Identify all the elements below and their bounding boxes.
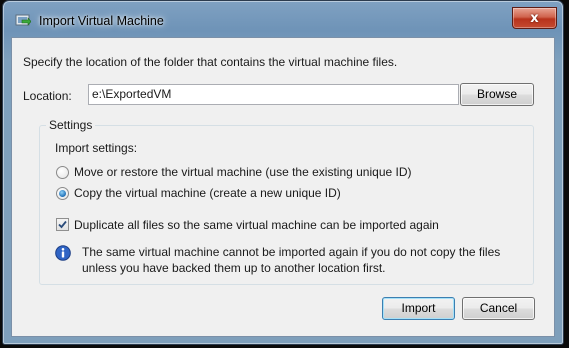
close-button[interactable]: x xyxy=(512,7,557,29)
import-settings-label: Import settings: xyxy=(55,141,138,155)
import-vm-icon xyxy=(15,14,32,28)
import-button[interactable]: Import xyxy=(382,297,455,320)
location-input[interactable]: e:\ExportedVM xyxy=(88,84,459,105)
info-message: The same virtual machine cannot be impor… xyxy=(82,245,501,275)
location-label: Location: xyxy=(23,89,72,103)
duplicate-files-checkbox[interactable] xyxy=(56,218,69,231)
move-restore-label[interactable]: Move or restore the virtual machine (use… xyxy=(74,165,412,179)
cancel-button[interactable]: Cancel xyxy=(462,297,535,320)
info-icon xyxy=(55,245,71,261)
copy-vm-label[interactable]: Copy the virtual machine (create a new u… xyxy=(74,186,341,200)
settings-legend: Settings xyxy=(46,118,96,132)
instructions-text: Specify the location of the folder that … xyxy=(23,55,398,69)
browse-button[interactable]: Browse xyxy=(460,83,534,106)
title-bar[interactable]: Import Virtual Machine x xyxy=(3,1,563,37)
duplicate-files-label[interactable]: Duplicate all files so the same virtual … xyxy=(74,218,439,232)
copy-vm-radio[interactable] xyxy=(56,187,69,200)
dialog-window: Import Virtual Machine x Specify the loc… xyxy=(2,0,564,345)
window-title: Import Virtual Machine xyxy=(39,14,164,28)
checkmark-icon xyxy=(58,220,67,229)
dialog-content: Specify the location of the folder that … xyxy=(11,37,555,337)
close-icon: x xyxy=(530,10,539,26)
move-restore-radio[interactable] xyxy=(56,166,69,179)
